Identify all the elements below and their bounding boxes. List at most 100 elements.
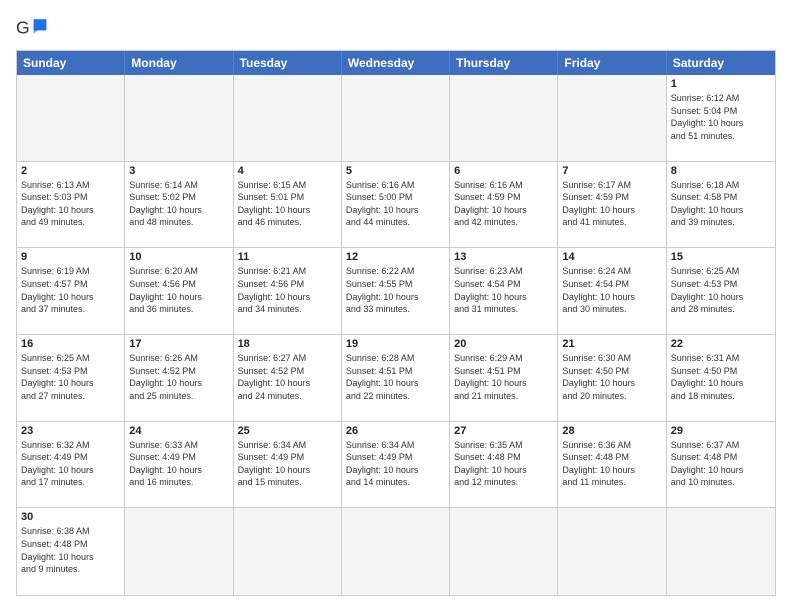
- day-headers: SundayMondayTuesdayWednesdayThursdayFrid…: [17, 51, 775, 75]
- day-number: 16: [21, 338, 120, 350]
- calendar-cell: [234, 75, 342, 162]
- day-number: 19: [346, 338, 445, 350]
- cell-info: Sunrise: 6:25 AM Sunset: 4:53 PM Dayligh…: [671, 265, 771, 315]
- calendar-cell: 5 Sunrise: 6:16 AM Sunset: 5:00 PM Daylig…: [342, 162, 450, 249]
- day-number: 26: [346, 425, 445, 437]
- calendar-cell: 12 Sunrise: 6:22 AM Sunset: 4:55 PM Dayli…: [342, 248, 450, 335]
- calendar-cell: 9Sunrise: 6:19 AM Sunset: 4:57 PM Daylig…: [17, 248, 125, 335]
- cell-info: Sunrise: 6:23 AM Sunset: 4:54 PM Dayligh…: [454, 265, 553, 315]
- calendar-cell: 8Sunrise: 6:18 AM Sunset: 4:58 PM Daylig…: [667, 162, 775, 249]
- day-header-tuesday: Tuesday: [234, 51, 342, 75]
- calendar-cell: 4Sunrise: 6:15 AM Sunset: 5:01 PM Daylig…: [234, 162, 342, 249]
- cell-info: Sunrise: 6:14 AM Sunset: 5:02 PM Dayligh…: [129, 179, 228, 229]
- day-number: 12: [346, 251, 445, 263]
- cell-info: Sunrise: 6:24 AM Sunset: 4:54 PM Dayligh…: [562, 265, 661, 315]
- day-number: 25: [238, 425, 337, 437]
- cell-info: Sunrise: 6:33 AM Sunset: 4:49 PM Dayligh…: [129, 439, 228, 489]
- cell-info: Sunrise: 6:38 AM Sunset: 4:48 PM Dayligh…: [21, 525, 120, 575]
- logo: G: [16, 16, 52, 40]
- cell-info: Sunrise: 6:25 AM Sunset: 4:53 PM Dayligh…: [21, 352, 120, 402]
- cell-info: Sunrise: 6:22 AM Sunset: 4:55 PM Dayligh…: [346, 265, 445, 315]
- page: G SundayMondayTuesdayWednesdayThursdayFr…: [0, 0, 792, 612]
- day-number: 2: [21, 165, 120, 177]
- day-number: 29: [671, 425, 771, 437]
- calendar-cell: 15Sunrise: 6:25 AM Sunset: 4:53 PM Dayli…: [667, 248, 775, 335]
- calendar-cell: 20Sunrise: 6:29 AM Sunset: 4:51 PM Dayli…: [450, 335, 558, 422]
- day-number: 17: [129, 338, 228, 350]
- calendar-cell: [558, 508, 666, 595]
- day-number: 1: [671, 78, 771, 90]
- day-number: 13: [454, 251, 553, 263]
- calendar-cell: [667, 508, 775, 595]
- day-header-wednesday: Wednesday: [342, 51, 450, 75]
- cell-info: Sunrise: 6:16 AM Sunset: 4:59 PM Dayligh…: [454, 179, 553, 229]
- calendar-cell: 19 Sunrise: 6:28 AM Sunset: 4:51 PM Dayli…: [342, 335, 450, 422]
- calendar-cell: [450, 75, 558, 162]
- cell-info: Sunrise: 6:20 AM Sunset: 4:56 PM Dayligh…: [129, 265, 228, 315]
- day-header-saturday: Saturday: [667, 51, 775, 75]
- day-number: 8: [671, 165, 771, 177]
- day-header-sunday: Sunday: [17, 51, 125, 75]
- calendar-cell: [234, 508, 342, 595]
- cell-info: Sunrise: 6:32 AM Sunset: 4:49 PM Dayligh…: [21, 439, 120, 489]
- calendar-cell: [558, 75, 666, 162]
- calendar: SundayMondayTuesdayWednesdayThursdayFrid…: [16, 50, 776, 596]
- cell-info: Sunrise: 6:16 AM Sunset: 5:00 PM Dayligh…: [346, 179, 445, 229]
- cell-info: Sunrise: 6:37 AM Sunset: 4:48 PM Dayligh…: [671, 439, 771, 489]
- calendar-cell: 7 Sunrise: 6:17 AM Sunset: 4:59 PM Daylig…: [558, 162, 666, 249]
- calendar-cell: 2 Sunrise: 6:13 AM Sunset: 5:03 PM Daylig…: [17, 162, 125, 249]
- calendar-cell: [342, 75, 450, 162]
- calendar-cell: 22 Sunrise: 6:31 AM Sunset: 4:50 PM Dayli…: [667, 335, 775, 422]
- day-number: 28: [562, 425, 661, 437]
- day-number: 10: [129, 251, 228, 263]
- cell-info: Sunrise: 6:28 AM Sunset: 4:51 PM Dayligh…: [346, 352, 445, 402]
- cell-info: Sunrise: 6:19 AM Sunset: 4:57 PM Dayligh…: [21, 265, 120, 315]
- cell-info: Sunrise: 6:17 AM Sunset: 4:59 PM Dayligh…: [562, 179, 661, 229]
- cell-info: Sunrise: 6:35 AM Sunset: 4:48 PM Dayligh…: [454, 439, 553, 489]
- day-number: 14: [562, 251, 661, 263]
- cell-info: Sunrise: 6:34 AM Sunset: 4:49 PM Dayligh…: [346, 439, 445, 489]
- calendar-cell: 14 Sunrise: 6:24 AM Sunset: 4:54 PM Dayli…: [558, 248, 666, 335]
- cell-info: Sunrise: 6:26 AM Sunset: 4:52 PM Dayligh…: [129, 352, 228, 402]
- calendar-cell: 18Sunrise: 6:27 AM Sunset: 4:52 PM Dayli…: [234, 335, 342, 422]
- cell-info: Sunrise: 6:13 AM Sunset: 5:03 PM Dayligh…: [21, 179, 120, 229]
- calendar-cell: 29 Sunrise: 6:37 AM Sunset: 4:48 PM Dayli…: [667, 422, 775, 509]
- calendar-cell: [125, 75, 233, 162]
- day-number: 18: [238, 338, 337, 350]
- calendar-cell: 17 Sunrise: 6:26 AM Sunset: 4:52 PM Dayli…: [125, 335, 233, 422]
- calendar-cell: 21Sunrise: 6:30 AM Sunset: 4:50 PM Dayli…: [558, 335, 666, 422]
- header: G: [16, 16, 776, 40]
- calendar-cell: 28 Sunrise: 6:36 AM Sunset: 4:48 PM Dayli…: [558, 422, 666, 509]
- day-header-thursday: Thursday: [450, 51, 558, 75]
- calendar-cell: 27Sunrise: 6:35 AM Sunset: 4:48 PM Dayli…: [450, 422, 558, 509]
- svg-text:G: G: [16, 18, 30, 38]
- cell-info: Sunrise: 6:21 AM Sunset: 4:56 PM Dayligh…: [238, 265, 337, 315]
- day-number: 7: [562, 165, 661, 177]
- calendar-cell: 25 Sunrise: 6:34 AM Sunset: 4:49 PM Dayli…: [234, 422, 342, 509]
- calendar-cell: [17, 75, 125, 162]
- day-number: 23: [21, 425, 120, 437]
- calendar-cell: 24Sunrise: 6:33 AM Sunset: 4:49 PM Dayli…: [125, 422, 233, 509]
- calendar-cell: [450, 508, 558, 595]
- calendar-cell: 10 Sunrise: 6:20 AM Sunset: 4:56 PM Dayli…: [125, 248, 233, 335]
- day-number: 6: [454, 165, 553, 177]
- calendar-cell: 11 Sunrise: 6:21 AM Sunset: 4:56 PM Dayli…: [234, 248, 342, 335]
- day-number: 21: [562, 338, 661, 350]
- day-number: 22: [671, 338, 771, 350]
- cell-info: Sunrise: 6:36 AM Sunset: 4:48 PM Dayligh…: [562, 439, 661, 489]
- day-number: 5: [346, 165, 445, 177]
- calendar-cell: 30 Sunrise: 6:38 AM Sunset: 4:48 PM Dayli…: [17, 508, 125, 595]
- day-number: 30: [21, 511, 120, 523]
- calendar-cell: 1Sunrise: 6:12 AM Sunset: 5:04 PM Daylig…: [667, 75, 775, 162]
- cell-info: Sunrise: 6:31 AM Sunset: 4:50 PM Dayligh…: [671, 352, 771, 402]
- day-number: 11: [238, 251, 337, 263]
- cell-info: Sunrise: 6:34 AM Sunset: 4:49 PM Dayligh…: [238, 439, 337, 489]
- calendar-cell: 3 Sunrise: 6:14 AM Sunset: 5:02 PM Daylig…: [125, 162, 233, 249]
- day-header-friday: Friday: [558, 51, 666, 75]
- calendar-cell: 23 Sunrise: 6:32 AM Sunset: 4:49 PM Dayli…: [17, 422, 125, 509]
- calendar-body: 1Sunrise: 6:12 AM Sunset: 5:04 PM Daylig…: [17, 75, 775, 595]
- calendar-cell: 26 Sunrise: 6:34 AM Sunset: 4:49 PM Dayli…: [342, 422, 450, 509]
- cell-info: Sunrise: 6:15 AM Sunset: 5:01 PM Dayligh…: [238, 179, 337, 229]
- day-number: 3: [129, 165, 228, 177]
- cell-info: Sunrise: 6:29 AM Sunset: 4:51 PM Dayligh…: [454, 352, 553, 402]
